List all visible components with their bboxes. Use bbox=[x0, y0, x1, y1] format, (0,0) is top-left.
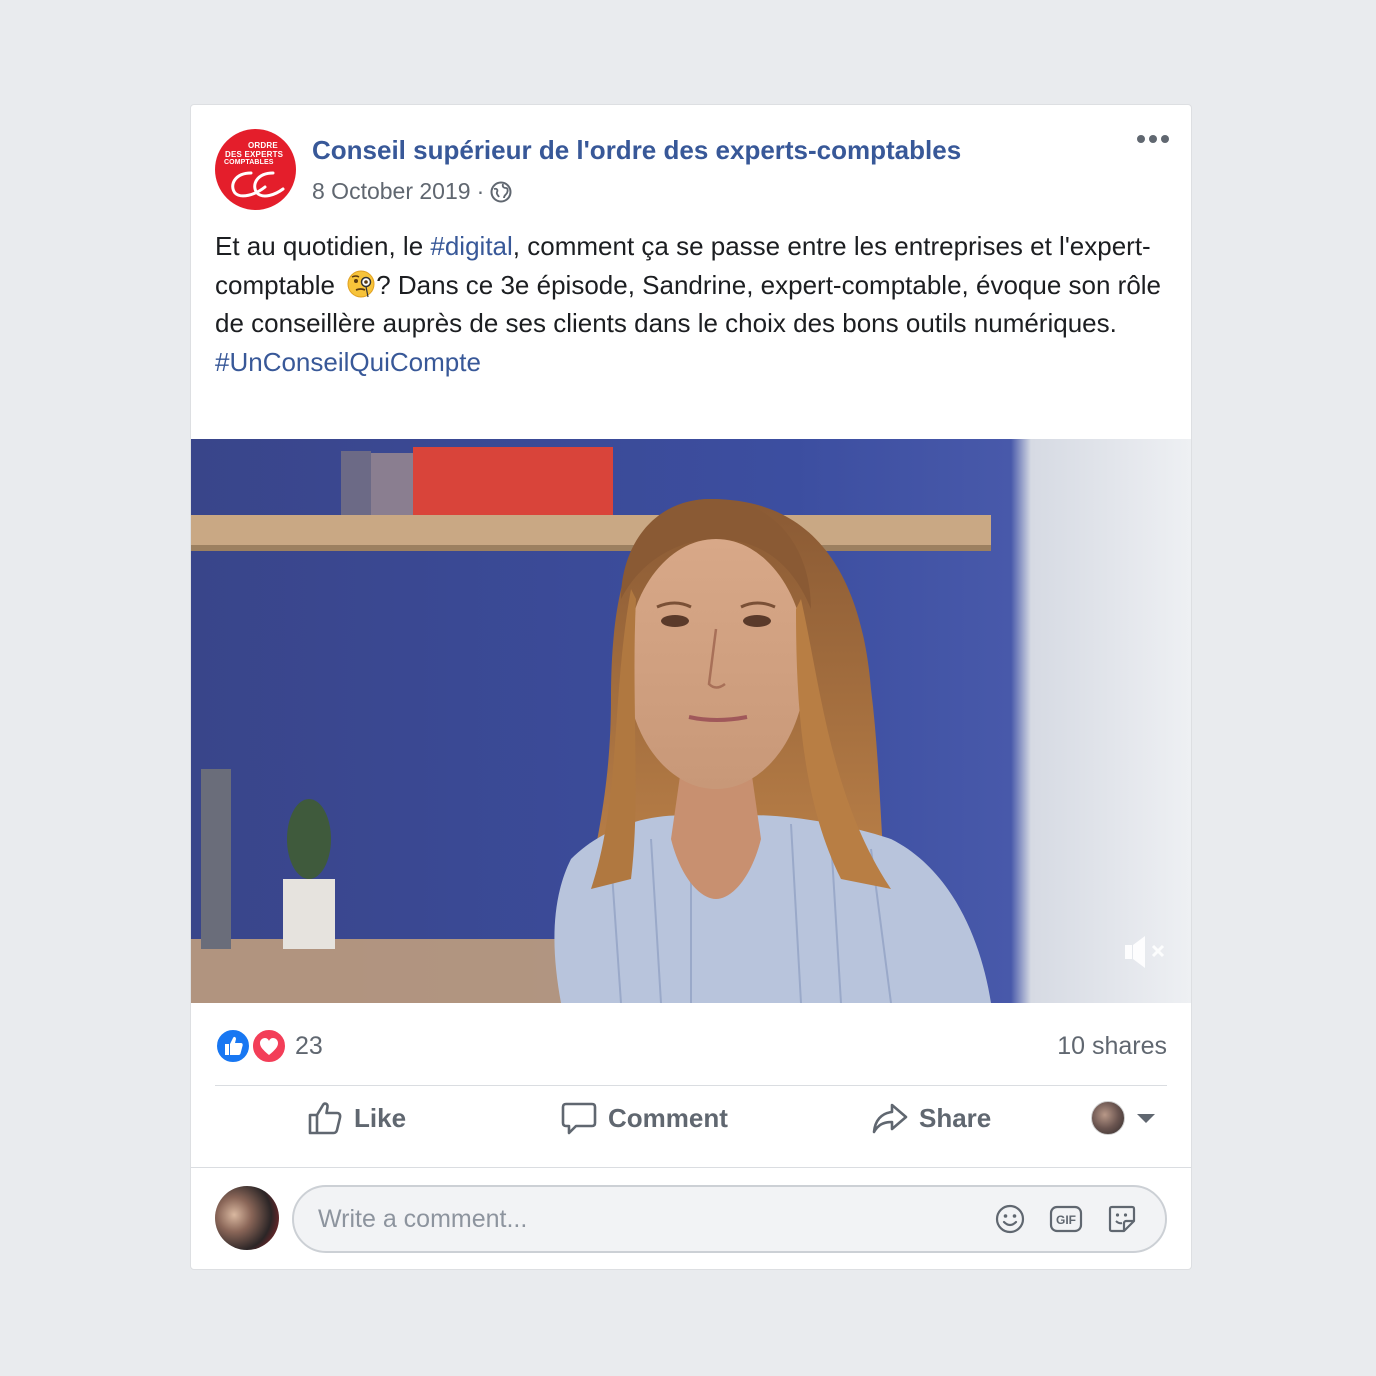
like-reaction-icon[interactable] bbox=[215, 1028, 251, 1064]
current-user-avatar[interactable] bbox=[215, 1186, 279, 1250]
logo-swirl-icon bbox=[231, 171, 285, 198]
like-button-label: Like bbox=[354, 1102, 407, 1133]
user-mini-avatar bbox=[1091, 1101, 1125, 1135]
meta-separator: · bbox=[476, 178, 485, 204]
post-stats: 23 10 shares bbox=[215, 1028, 1167, 1064]
audience-selector[interactable] bbox=[1091, 1087, 1155, 1149]
comment-button-label: Comment bbox=[608, 1102, 728, 1133]
dot bbox=[1161, 135, 1169, 143]
actions-divider bbox=[191, 1167, 1191, 1168]
comment-button[interactable]: Comment bbox=[560, 1087, 728, 1149]
share-count[interactable]: 10 shares bbox=[1057, 1032, 1167, 1061]
video-frame bbox=[191, 439, 1191, 1003]
more-options-button[interactable] bbox=[1137, 135, 1169, 143]
comment-input[interactable] bbox=[318, 1187, 958, 1251]
thumbs-up-icon bbox=[308, 1102, 342, 1135]
dot bbox=[1137, 135, 1145, 143]
logo-text-line2: DES EXPERTS bbox=[225, 150, 284, 159]
share-button-label: Share bbox=[919, 1102, 992, 1133]
comment-composer[interactable]: GIF bbox=[292, 1185, 1167, 1253]
post-card: ORDRE DES EXPERTS COMPTABLES Conseil sup… bbox=[190, 104, 1192, 1270]
dot bbox=[1149, 135, 1157, 143]
share-arrow-icon bbox=[872, 1103, 908, 1134]
comment-bubble-icon bbox=[561, 1102, 597, 1135]
love-reaction-icon[interactable] bbox=[251, 1028, 287, 1064]
chevron-down-icon bbox=[1137, 1113, 1155, 1123]
post-meta: 8 October 2019 · bbox=[312, 178, 512, 205]
volume-muted-icon[interactable] bbox=[1123, 932, 1169, 977]
page-avatar[interactable]: ORDRE DES EXPERTS COMPTABLES bbox=[215, 129, 296, 210]
svg-text:GIF: GIF bbox=[1056, 1213, 1076, 1227]
sticker-icon[interactable] bbox=[1106, 1203, 1138, 1235]
video-player[interactable] bbox=[191, 439, 1191, 1003]
smiley-icon[interactable] bbox=[994, 1203, 1026, 1235]
reaction-count[interactable]: 23 bbox=[295, 1032, 323, 1061]
page-name-link[interactable]: Conseil supérieur de l'ordre des experts… bbox=[312, 135, 961, 166]
hashtag-digital-link[interactable]: #digital bbox=[430, 231, 512, 261]
like-button[interactable]: Like bbox=[306, 1087, 406, 1149]
logo-text-line1: ORDRE bbox=[248, 141, 278, 150]
face-with-monocle-icon bbox=[346, 269, 376, 299]
post-text: Et au quotidien, le #digital, comment ça… bbox=[215, 227, 1175, 381]
post-date[interactable]: 8 October 2019 bbox=[312, 178, 471, 205]
globe-icon[interactable] bbox=[490, 181, 512, 203]
share-button[interactable]: Share bbox=[871, 1087, 991, 1149]
action-bar: Like Comment Share bbox=[191, 1087, 1191, 1149]
gif-icon[interactable]: GIF bbox=[1049, 1203, 1083, 1235]
hashtag-unconseilquicompte-link[interactable]: #UnConseilQuiCompte bbox=[215, 347, 481, 377]
stats-divider bbox=[215, 1085, 1167, 1086]
post-text-part1: Et au quotidien, le bbox=[215, 231, 431, 261]
